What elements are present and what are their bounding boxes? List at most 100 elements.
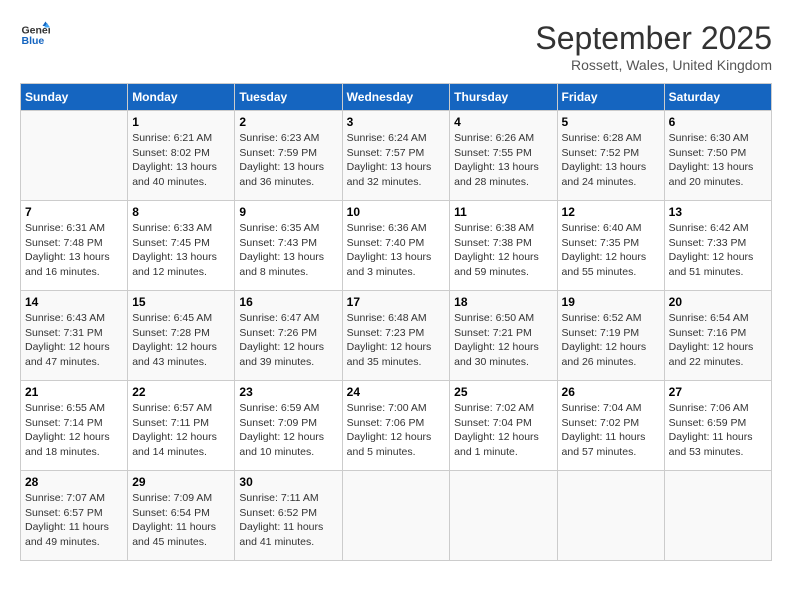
- day-number: 28: [25, 475, 123, 489]
- calendar-cell: 11Sunrise: 6:38 AMSunset: 7:38 PMDayligh…: [450, 201, 557, 291]
- calendar-cell: 2 Sunrise: 6:23 AMSunset: 7:59 PMDaylight…: [235, 111, 342, 201]
- calendar-cell: 5Sunrise: 6:28 AMSunset: 7:52 PMDaylight…: [557, 111, 664, 201]
- weekday-header: Monday: [128, 84, 235, 111]
- day-detail: Sunrise: 6:47 AMSunset: 7:26 PMDaylight:…: [239, 311, 337, 370]
- day-detail: Sunrise: 6:38 AMSunset: 7:38 PMDaylight:…: [454, 221, 552, 280]
- day-number: 6: [669, 115, 767, 129]
- calendar-cell: 23 Sunrise: 6:59 AMSunset: 7:09 PMDayligh…: [235, 381, 342, 471]
- day-number: 21: [25, 385, 123, 399]
- calendar-week-row: 21 Sunrise: 6:55 AMSunset: 7:14 PMDayligh…: [21, 381, 772, 471]
- day-detail: Sunrise: 6:50 AMSunset: 7:21 PMDaylight:…: [454, 311, 552, 370]
- day-number: 17: [347, 295, 446, 309]
- month-title: September 2025: [535, 20, 772, 57]
- day-number: 13: [669, 205, 767, 219]
- calendar-cell: 21 Sunrise: 6:55 AMSunset: 7:14 PMDayligh…: [21, 381, 128, 471]
- day-number: 16: [239, 295, 337, 309]
- day-detail: Sunrise: 6:33 AMSunset: 7:45 PMDaylight:…: [132, 221, 230, 280]
- calendar-cell: 6Sunrise: 6:30 AMSunset: 7:50 PMDaylight…: [664, 111, 771, 201]
- title-block: September 2025 Rossett, Wales, United Ki…: [535, 20, 772, 73]
- day-number: 26: [562, 385, 660, 399]
- calendar-cell: 26 Sunrise: 7:04 AMSunset: 7:02 PMDayligh…: [557, 381, 664, 471]
- day-number: 2: [239, 115, 337, 129]
- calendar-cell: [664, 471, 771, 561]
- day-detail: Sunrise: 6:35 AMSunset: 7:43 PMDaylight:…: [239, 221, 337, 280]
- day-number: 22: [132, 385, 230, 399]
- day-number: 30: [239, 475, 337, 489]
- weekday-header: Thursday: [450, 84, 557, 111]
- day-detail: Sunrise: 7:04 AMSunset: 7:02 PMDaylight:…: [562, 401, 660, 460]
- calendar-cell: [557, 471, 664, 561]
- calendar-week-row: 1 Sunrise: 6:21 AMSunset: 8:02 PMDaylight…: [21, 111, 772, 201]
- day-number: 25: [454, 385, 552, 399]
- day-detail: Sunrise: 6:23 AMSunset: 7:59 PMDaylight:…: [239, 131, 337, 190]
- calendar-cell: 27 Sunrise: 7:06 AMSunset: 6:59 PMDayligh…: [664, 381, 771, 471]
- calendar-cell: 3Sunrise: 6:24 AMSunset: 7:57 PMDaylight…: [342, 111, 450, 201]
- calendar-cell: 29Sunrise: 7:09 AMSunset: 6:54 PMDayligh…: [128, 471, 235, 561]
- calendar-cell: 1 Sunrise: 6:21 AMSunset: 8:02 PMDaylight…: [128, 111, 235, 201]
- calendar-week-row: 14 Sunrise: 6:43 AMSunset: 7:31 PMDayligh…: [21, 291, 772, 381]
- day-number: 15: [132, 295, 230, 309]
- day-detail: Sunrise: 6:36 AMSunset: 7:40 PMDaylight:…: [347, 221, 446, 280]
- day-detail: Sunrise: 6:43 AMSunset: 7:31 PMDaylight:…: [25, 311, 123, 370]
- calendar-cell: 19Sunrise: 6:52 AMSunset: 7:19 PMDayligh…: [557, 291, 664, 381]
- calendar-cell: 13 Sunrise: 6:42 AMSunset: 7:33 PMDayligh…: [664, 201, 771, 291]
- calendar-cell: 4Sunrise: 6:26 AMSunset: 7:55 PMDaylight…: [450, 111, 557, 201]
- logo: General Blue: [20, 20, 50, 50]
- location: Rossett, Wales, United Kingdom: [535, 57, 772, 73]
- logo-icon: General Blue: [20, 20, 50, 50]
- day-number: 9: [239, 205, 337, 219]
- day-number: 4: [454, 115, 552, 129]
- calendar-cell: [21, 111, 128, 201]
- calendar-cell: 28Sunrise: 7:07 AMSunset: 6:57 PMDayligh…: [21, 471, 128, 561]
- day-detail: Sunrise: 7:06 AMSunset: 6:59 PMDaylight:…: [669, 401, 767, 460]
- day-number: 27: [669, 385, 767, 399]
- day-detail: Sunrise: 6:55 AMSunset: 7:14 PMDaylight:…: [25, 401, 123, 460]
- day-number: 1: [132, 115, 230, 129]
- calendar-cell: 20Sunrise: 6:54 AMSunset: 7:16 PMDayligh…: [664, 291, 771, 381]
- weekday-header: Saturday: [664, 84, 771, 111]
- day-number: 23: [239, 385, 337, 399]
- day-detail: Sunrise: 6:57 AMSunset: 7:11 PMDaylight:…: [132, 401, 230, 460]
- calendar-cell: 8 Sunrise: 6:33 AMSunset: 7:45 PMDaylight…: [128, 201, 235, 291]
- day-detail: Sunrise: 7:11 AMSunset: 6:52 PMDaylight:…: [239, 491, 337, 550]
- calendar-cell: 25 Sunrise: 7:02 AMSunset: 7:04 PMDayligh…: [450, 381, 557, 471]
- day-number: 3: [347, 115, 446, 129]
- day-detail: Sunrise: 6:31 AMSunset: 7:48 PMDaylight:…: [25, 221, 123, 280]
- day-detail: Sunrise: 6:52 AMSunset: 7:19 PMDaylight:…: [562, 311, 660, 370]
- calendar-cell: 17Sunrise: 6:48 AMSunset: 7:23 PMDayligh…: [342, 291, 450, 381]
- calendar-table: SundayMondayTuesdayWednesdayThursdayFrid…: [20, 83, 772, 561]
- day-detail: Sunrise: 7:09 AMSunset: 6:54 PMDaylight:…: [132, 491, 230, 550]
- day-detail: Sunrise: 6:40 AMSunset: 7:35 PMDaylight:…: [562, 221, 660, 280]
- calendar-cell: 24 Sunrise: 7:00 AMSunset: 7:06 PMDayligh…: [342, 381, 450, 471]
- weekday-header: Sunday: [21, 84, 128, 111]
- weekday-header: Wednesday: [342, 84, 450, 111]
- calendar-cell: 18 Sunrise: 6:50 AMSunset: 7:21 PMDayligh…: [450, 291, 557, 381]
- day-detail: Sunrise: 6:28 AMSunset: 7:52 PMDaylight:…: [562, 131, 660, 190]
- calendar-cell: [342, 471, 450, 561]
- day-detail: Sunrise: 6:42 AMSunset: 7:33 PMDaylight:…: [669, 221, 767, 280]
- calendar-cell: 7 Sunrise: 6:31 AMSunset: 7:48 PMDaylight…: [21, 201, 128, 291]
- day-number: 14: [25, 295, 123, 309]
- day-number: 18: [454, 295, 552, 309]
- day-detail: Sunrise: 6:54 AMSunset: 7:16 PMDaylight:…: [669, 311, 767, 370]
- day-number: 8: [132, 205, 230, 219]
- calendar-cell: 10Sunrise: 6:36 AMSunset: 7:40 PMDayligh…: [342, 201, 450, 291]
- day-number: 7: [25, 205, 123, 219]
- calendar-cell: 16 Sunrise: 6:47 AMSunset: 7:26 PMDayligh…: [235, 291, 342, 381]
- day-number: 24: [347, 385, 446, 399]
- day-detail: Sunrise: 6:59 AMSunset: 7:09 PMDaylight:…: [239, 401, 337, 460]
- day-detail: Sunrise: 6:45 AMSunset: 7:28 PMDaylight:…: [132, 311, 230, 370]
- weekday-header: Tuesday: [235, 84, 342, 111]
- calendar-cell: [450, 471, 557, 561]
- calendar-week-row: 28Sunrise: 7:07 AMSunset: 6:57 PMDayligh…: [21, 471, 772, 561]
- calendar-cell: 12 Sunrise: 6:40 AMSunset: 7:35 PMDayligh…: [557, 201, 664, 291]
- calendar-cell: 14 Sunrise: 6:43 AMSunset: 7:31 PMDayligh…: [21, 291, 128, 381]
- page-header: General Blue September 2025 Rossett, Wal…: [20, 20, 772, 73]
- day-detail: Sunrise: 7:00 AMSunset: 7:06 PMDaylight:…: [347, 401, 446, 460]
- calendar-week-row: 7 Sunrise: 6:31 AMSunset: 7:48 PMDaylight…: [21, 201, 772, 291]
- day-detail: Sunrise: 7:02 AMSunset: 7:04 PMDaylight:…: [454, 401, 552, 460]
- day-detail: Sunrise: 6:21 AMSunset: 8:02 PMDaylight:…: [132, 131, 230, 190]
- svg-text:Blue: Blue: [22, 35, 45, 47]
- weekday-header: Friday: [557, 84, 664, 111]
- day-number: 12: [562, 205, 660, 219]
